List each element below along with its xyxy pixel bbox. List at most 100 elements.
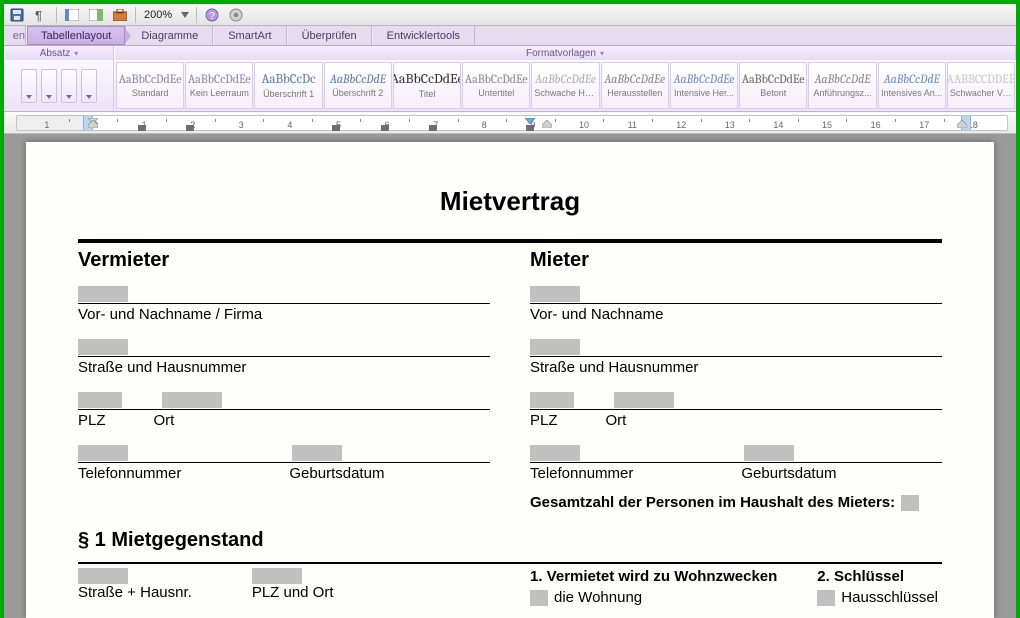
placeholder-box[interactable] [614, 392, 674, 408]
doc-title: Mietvertrag [78, 186, 942, 217]
ruler-halftick [166, 119, 167, 129]
placeholder-box[interactable] [901, 495, 919, 511]
label-tel: Telefonnummer [78, 465, 181, 482]
ruler-halftick [458, 119, 459, 129]
ruler-tick: 16 [871, 119, 881, 129]
placeholder-box[interactable] [744, 445, 794, 461]
spacing-after-button[interactable] [81, 69, 97, 103]
label-dob: Geburtsdatum [289, 465, 384, 482]
heading-rule [78, 239, 942, 243]
style-standard[interactable]: AaBbCcDdEeStandard [116, 62, 184, 109]
ruler-halftick [846, 119, 847, 129]
ruler-tick: 12 [676, 119, 686, 129]
tab-stop-marker[interactable] [186, 125, 194, 131]
style-titel[interactable]: AaBbCcDdEeTitel [393, 62, 461, 109]
style-anf-hrungsz-[interactable]: AaBbCcDdEAnführungsz... [808, 62, 876, 109]
ruler-tick: 14 [773, 119, 783, 129]
placeholder-box[interactable] [252, 568, 302, 584]
label-plzort2: PLZ und Ort [252, 584, 334, 601]
ruler-halftick [263, 119, 264, 129]
placeholder-box[interactable] [817, 590, 835, 606]
vermieter-column: Vermieter Vor- und Nachname / Firma Stra… [78, 249, 490, 511]
tab-diagramme[interactable]: Diagramme [126, 26, 213, 45]
zoom-value[interactable]: 200% [142, 9, 174, 21]
ruler-halftick [506, 119, 507, 129]
tab-ueberpruefen[interactable]: Überprüfen [287, 26, 372, 45]
hanging-indent-marker[interactable] [88, 119, 98, 131]
ruler-halftick [117, 119, 118, 129]
right-indent-marker[interactable] [542, 119, 552, 131]
placeholder-box[interactable] [78, 568, 128, 584]
placeholder-box[interactable] [78, 392, 122, 408]
style-intensives-an-[interactable]: AaBbCcDdEIntensives An... [878, 62, 946, 109]
placeholder-box[interactable] [78, 445, 128, 461]
label-name: Vor- und Nachname / Firma [78, 306, 262, 323]
horizontal-ruler[interactable]: 10123456789101112131415161718 [4, 112, 1016, 134]
label-street: Straße und Hausnummer [78, 359, 246, 376]
style--berschrift-1[interactable]: AaBbCcDcÜberschrift 1 [254, 62, 322, 109]
placeholder-box[interactable] [530, 339, 580, 355]
style-kein-leerraum[interactable]: AaBbCcDdEeKein Leerraum [185, 62, 253, 109]
style-herausstellen[interactable]: AaBbCcDdEeHerausstellen [601, 62, 669, 109]
sub2-item: Hausschlüssel [841, 589, 938, 606]
settings-icon[interactable] [227, 7, 245, 23]
ruler-halftick [603, 119, 604, 129]
placeholder-box[interactable] [530, 590, 548, 606]
label-plz: PLZ [78, 412, 106, 429]
ribbon-body: AaBbCcDdEeStandardAaBbCcDdEeKein Leerrau… [4, 60, 1016, 112]
label-ort: Ort [154, 412, 175, 429]
section1-heading: § 1 Mietgegenstand [78, 529, 942, 552]
tab-stop-marker[interactable] [332, 125, 340, 131]
mieter-heading: Mieter [530, 249, 942, 272]
tab-stop-marker[interactable] [429, 125, 437, 131]
ruler-tick: 1 [44, 119, 49, 129]
style-schwache-her-[interactable]: AaBbCcDdEeSchwache Her... [531, 62, 599, 109]
style-intensive-her-[interactable]: AaBbCcDdEeIntensive Her... [670, 62, 738, 109]
spacing-before-button[interactable] [61, 69, 77, 103]
chevron-down-icon[interactable] [180, 7, 190, 23]
placeholder-box[interactable] [530, 445, 580, 461]
tab-smartart[interactable]: SmartArt [213, 26, 286, 45]
toolbox-icon[interactable] [111, 7, 129, 23]
label-street2: Straße + Hausnr. [78, 584, 192, 601]
placeholder-box[interactable] [292, 445, 342, 461]
ruler-halftick [215, 119, 216, 129]
indent-right-button[interactable] [41, 69, 57, 103]
ruler-halftick [360, 119, 361, 129]
indent-left-button[interactable] [21, 69, 37, 103]
sidebar-icon[interactable] [63, 7, 81, 23]
pilcrow-icon[interactable]: ¶ [32, 7, 50, 23]
placeholder-box[interactable] [78, 286, 128, 302]
tab-stop-marker[interactable] [138, 125, 146, 131]
tab-truncated[interactable]: en [4, 26, 26, 45]
total-persons-label: Gesamtzahl der Personen im Haushalt des … [530, 494, 895, 511]
help-icon[interactable]: ? [203, 7, 221, 23]
document-viewport[interactable]: Mietvertrag Vermieter Vor- und Nachname … [4, 134, 1016, 618]
ruler-tick: 15 [822, 119, 832, 129]
ruler-tick: 3 [239, 119, 244, 129]
placeholder-box[interactable] [530, 392, 574, 408]
style-untertitel[interactable]: AaBbCcDdEeUntertitel [462, 62, 530, 109]
style--berschrift-2[interactable]: AaBbCcDdEÜberschrift 2 [324, 62, 392, 109]
column-marker[interactable] [525, 115, 535, 127]
separator [56, 7, 57, 23]
placeholder-box[interactable] [530, 286, 580, 302]
mieter-column: Mieter Vor- und Nachname Straße und Haus… [530, 249, 942, 511]
tab-stop-marker[interactable] [381, 125, 389, 131]
styles-gallery[interactable]: AaBbCcDdEeStandardAaBbCcDdEeKein Leerrau… [114, 60, 1016, 111]
style-betont[interactable]: AaBbCcDdEeBetont [739, 62, 807, 109]
style-schwacher-ve-[interactable]: AABBCCDDEESchwacher Ve... [947, 62, 1015, 109]
right-margin-marker[interactable] [957, 119, 967, 131]
tab-entwicklertools[interactable]: Entwicklertools [372, 26, 475, 45]
placeholder-box[interactable] [78, 339, 128, 355]
sub1-heading: 1. Vermietet wird zu Wohnzwecken [530, 568, 777, 585]
tab-tabellenlayout[interactable]: Tabellenlayout [26, 26, 126, 45]
gallery-icon[interactable] [87, 7, 105, 23]
ruler-halftick [701, 119, 702, 129]
svg-text:?: ? [209, 11, 215, 22]
ruler-tick: 10 [579, 119, 589, 129]
placeholder-box[interactable] [162, 392, 222, 408]
save-icon[interactable] [8, 7, 26, 23]
separator [196, 7, 197, 23]
document-page[interactable]: Mietvertrag Vermieter Vor- und Nachname … [26, 142, 994, 618]
